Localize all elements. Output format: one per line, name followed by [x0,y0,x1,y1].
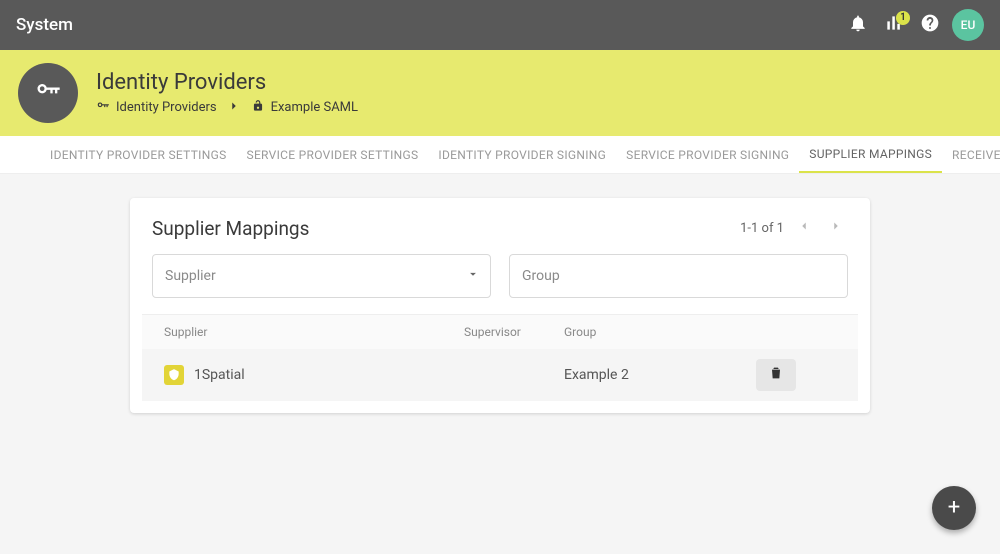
analytics-badge: 1 [896,11,910,25]
user-avatar[interactable]: EU [952,9,984,41]
cell-group: Example 2 [564,367,756,383]
tab-service-provider-settings[interactable]: SERVICE PROVIDER SETTINGS [237,136,429,173]
page-hero: Identity Providers Identity Providers Ex… [0,50,1000,136]
group-input[interactable]: Group [509,254,848,298]
cell-actions [756,359,836,391]
col-group: Group [564,325,756,339]
analytics-button[interactable]: 1 [876,7,912,43]
app-bar: System 1 EU [0,0,1000,50]
supplier-select-label: Supplier [165,268,216,284]
card-header: Supplier Mappings 1-1 of 1 [130,198,870,254]
trash-icon [768,365,784,385]
tab-supplier-mappings[interactable]: SUPPLIER MAPPINGS [799,136,942,173]
cell-supplier-text: 1Spatial [194,367,245,383]
supplier-logo-icon [164,365,184,385]
breadcrumb-root-label: Identity Providers [116,100,217,115]
key-icon [96,99,110,117]
tab-receiver-mappings[interactable]: RECEIVER MAPPINGS [942,136,1000,173]
lock-open-icon [251,99,265,117]
breadcrumb: Identity Providers Example SAML [96,99,358,117]
card-title: Supplier Mappings [152,217,740,240]
supplier-mappings-card: Supplier Mappings 1-1 of 1 Supplier [130,198,870,413]
breadcrumb-leaf-label: Example SAML [271,100,358,115]
chevron-right-icon [227,99,241,117]
col-supervisor: Supervisor [464,325,564,339]
add-mapping-fab[interactable]: + [932,486,976,530]
filters-row: Supplier Group [130,254,870,314]
delete-row-button[interactable] [756,359,796,391]
plus-icon: + [948,497,960,519]
tab-identity-provider-signing[interactable]: IDENTITY PROVIDER SIGNING [428,136,616,173]
pager-next[interactable] [824,216,848,240]
help-icon [920,13,940,37]
supplier-select[interactable]: Supplier [152,254,491,298]
app-title: System [16,15,73,35]
help-button[interactable] [912,7,948,43]
chevron-left-icon [797,219,811,237]
tab-service-provider-signing[interactable]: SERVICE PROVIDER SIGNING [616,136,799,173]
tab-bar: IDENTITY PROVIDER SETTINGS SERVICE PROVI… [0,136,1000,174]
pager-prev[interactable] [792,216,816,240]
key-icon [34,77,62,109]
bell-icon [848,13,868,37]
col-supplier: Supplier [164,325,464,339]
pager: 1-1 of 1 [740,216,848,240]
notifications-button[interactable] [840,7,876,43]
col-actions [756,325,836,339]
tab-identity-provider-settings[interactable]: IDENTITY PROVIDER SETTINGS [40,136,237,173]
group-input-label: Group [522,268,560,284]
breadcrumb-leaf[interactable]: Example SAML [251,99,358,117]
breadcrumb-root[interactable]: Identity Providers [96,99,217,117]
cell-supplier: 1Spatial [164,365,464,385]
page-title: Identity Providers [96,70,358,95]
pager-text: 1-1 of 1 [740,221,784,236]
caret-down-icon [466,267,480,285]
table-header: Supplier Supervisor Group [142,314,858,349]
main-area: Supplier Mappings 1-1 of 1 Supplier [0,174,1000,413]
chevron-right-icon [829,219,843,237]
table-row: 1Spatial Example 2 [142,349,858,401]
page-titles: Identity Providers Identity Providers Ex… [96,70,358,117]
page-icon-circle [18,63,78,123]
